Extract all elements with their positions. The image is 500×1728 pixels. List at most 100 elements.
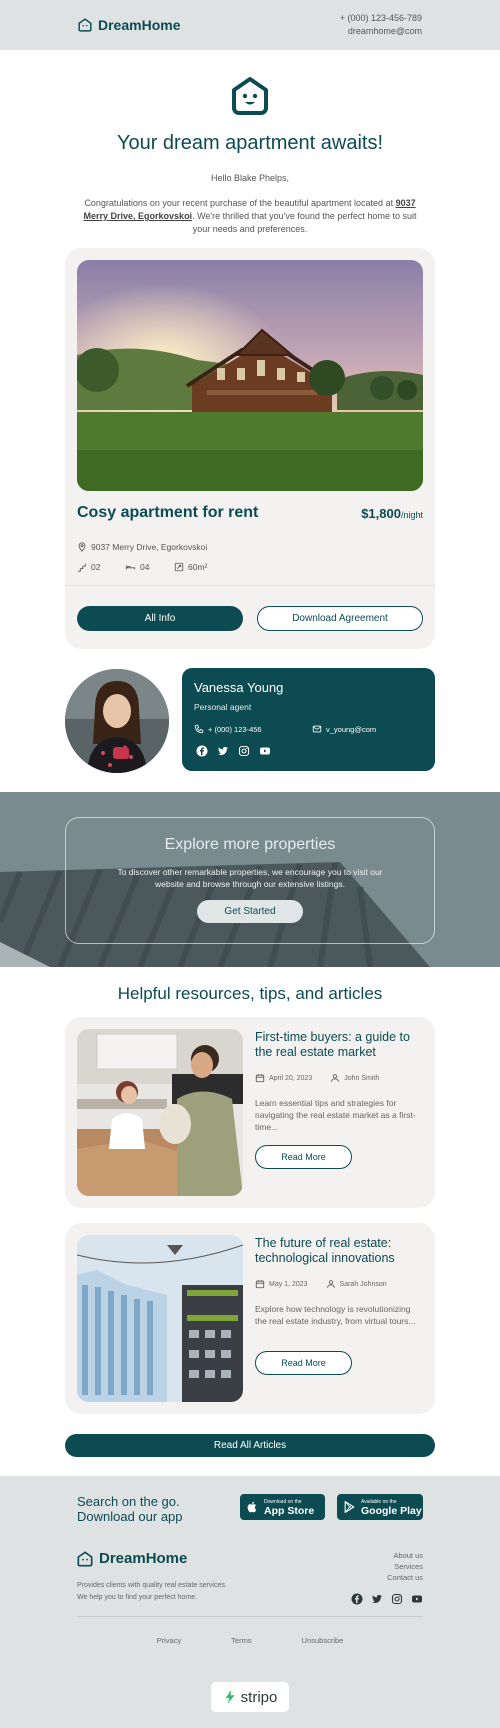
greeting: Hello Blake Phelps,	[210, 173, 290, 183]
footer-link-contact[interactable]: Contact us	[387, 1572, 423, 1583]
app-store-big: App Store	[264, 1505, 315, 1517]
read-all-articles-button[interactable]: Read All Articles	[65, 1434, 435, 1457]
article-title[interactable]: The future of real estate: technological…	[255, 1236, 425, 1266]
article-title[interactable]: First-time buyers: a guide to the real e…	[255, 1030, 425, 1060]
agent-phone-text: + (000) 123-456	[208, 724, 262, 734]
twitter-icon[interactable]	[371, 1593, 383, 1605]
email-header: DreamHome + (000) 123-456-789 dreamhome@…	[0, 0, 500, 50]
property-stairs: 02	[77, 562, 100, 572]
stairs-icon	[77, 563, 86, 572]
terms-link[interactable]: Terms	[231, 1636, 251, 1645]
unsubscribe-link[interactable]: Unsubscribe	[302, 1636, 344, 1645]
footer-brand[interactable]: DreamHome	[77, 1550, 187, 1567]
google-play-big: Google Play	[361, 1505, 422, 1517]
user-icon	[331, 1074, 339, 1082]
explore-title: Explore more properties	[164, 836, 336, 853]
user-icon	[326, 1280, 335, 1288]
calendar-icon	[255, 1280, 265, 1289]
article-excerpt: Learn essential tips and strategies for …	[255, 1098, 416, 1132]
agent-card: Vanessa Young Personal agent + (000) 123…	[182, 668, 435, 771]
price-unit: /night	[400, 510, 423, 520]
privacy-link[interactable]: Privacy	[157, 1636, 182, 1645]
property-beds: 04	[125, 562, 149, 572]
area-value: 60m²	[188, 562, 208, 572]
congrats-text-start: Congratulations on your recent purchase …	[84, 198, 396, 208]
header-brand-name: DreamHome	[98, 17, 181, 33]
footer-social	[351, 1593, 423, 1605]
footer-description: Provides clients with quality real estat…	[77, 1580, 227, 1604]
article-photo-kitchen	[77, 1029, 243, 1196]
property-card: Cosy apartment for rent $1,800/night 903…	[65, 248, 435, 649]
google-play-icon	[344, 1501, 355, 1513]
app-store-badge[interactable]: Download on the App Store	[240, 1494, 325, 1520]
footer-divider	[77, 1616, 423, 1617]
get-started-button[interactable]: Get Started	[197, 900, 303, 923]
instagram-icon[interactable]	[391, 1593, 403, 1605]
article-date: April 20, 2023	[255, 1073, 312, 1083]
article-date-text: May 1, 2023	[269, 1280, 308, 1288]
app-promo-line2: Download our app	[77, 1509, 183, 1524]
bed-icon	[125, 565, 136, 570]
header-brand[interactable]: DreamHome	[78, 17, 180, 33]
article-date-text: April 20, 2023	[269, 1074, 313, 1082]
header-contact: + (000) 123-456-789 dreamhome@com	[340, 12, 422, 38]
house-logo-icon	[77, 1550, 93, 1566]
hero-title: Your dream apartment awaits!	[116, 132, 384, 154]
address-text: 9037 Merry Drive, Egorkovskoi	[91, 542, 208, 552]
stripo-badge[interactable]: stripo	[211, 1682, 289, 1712]
article-meta: May 1, 2023 Sarah Johnson	[255, 1279, 387, 1289]
footer-link-about[interactable]: About us	[387, 1550, 423, 1561]
google-play-text: Available on the Google Play	[361, 1498, 422, 1516]
resources-title: Helpful resources, tips, and articles	[117, 984, 383, 1003]
youtube-icon[interactable]	[411, 1593, 423, 1605]
header-phone[interactable]: + (000) 123-456-789	[340, 12, 422, 25]
property-address: 9037 Merry Drive, Egorkovskoi	[77, 542, 207, 552]
stripo-logo-icon	[225, 1690, 235, 1704]
price-amount: $1,800	[361, 506, 401, 521]
footer-link-services[interactable]: Services	[387, 1561, 423, 1572]
article-date: May 1, 2023	[255, 1279, 308, 1289]
article-author-text: Sarah Johnson	[339, 1280, 387, 1288]
footer-desc-line1: Provides clients with quality real estat…	[77, 1582, 227, 1589]
facebook-icon[interactable]	[351, 1593, 363, 1605]
instagram-icon[interactable]	[238, 745, 250, 757]
download-agreement-button[interactable]: Download Agreement	[257, 606, 423, 631]
stairs-count: 02	[91, 562, 101, 572]
area-icon	[174, 562, 184, 572]
footer-desc-line2: We help you to find your perfect home.	[77, 1594, 198, 1601]
agent-phone[interactable]: + (000) 123-456	[194, 724, 262, 734]
read-more-button[interactable]: Read More	[255, 1351, 352, 1375]
article-author-text: John Smith	[344, 1074, 380, 1082]
article-excerpt: Explore how technology is revolutionizin…	[255, 1304, 416, 1326]
app-promo-line1: Search on the go.	[77, 1494, 180, 1509]
location-pin-icon	[78, 542, 86, 552]
property-area: 60m²	[174, 562, 207, 572]
article-photo-buildings	[77, 1235, 243, 1402]
twitter-icon[interactable]	[217, 745, 229, 757]
explore-text: To discover other remarkable properties,…	[117, 867, 383, 889]
article-card: The future of real estate: technological…	[65, 1223, 435, 1414]
youtube-icon[interactable]	[259, 745, 271, 757]
agent-email[interactable]: v_young@com	[312, 724, 376, 734]
house-smile-icon	[230, 76, 270, 116]
footer-brand-name: DreamHome	[99, 1550, 188, 1567]
apple-icon	[247, 1501, 257, 1513]
phone-icon	[194, 724, 204, 734]
all-info-button[interactable]: All Info	[77, 606, 243, 631]
calendar-icon	[255, 1074, 265, 1083]
read-more-button[interactable]: Read More	[255, 1145, 352, 1169]
footer-bottom-links: Privacy Terms Unsubscribe	[0, 1636, 500, 1645]
header-email[interactable]: dreamhome@com	[340, 25, 422, 38]
facebook-icon[interactable]	[196, 745, 208, 757]
house-logo-icon	[78, 18, 92, 32]
card-divider	[65, 585, 435, 586]
explore-box: Explore more properties To discover othe…	[65, 817, 435, 944]
hero-section: Your dream apartment awaits! Hello Blake…	[0, 50, 500, 236]
mail-icon	[312, 725, 322, 733]
beds-count: 04	[140, 562, 150, 572]
footer-nav: About us Services Contact us	[387, 1550, 423, 1583]
article-card: First-time buyers: a guide to the real e…	[65, 1017, 435, 1208]
agent-avatar	[65, 669, 169, 773]
congrats-text-end: . We're thrilled that you've found the p…	[192, 211, 417, 234]
google-play-badge[interactable]: Available on the Google Play	[337, 1494, 423, 1520]
